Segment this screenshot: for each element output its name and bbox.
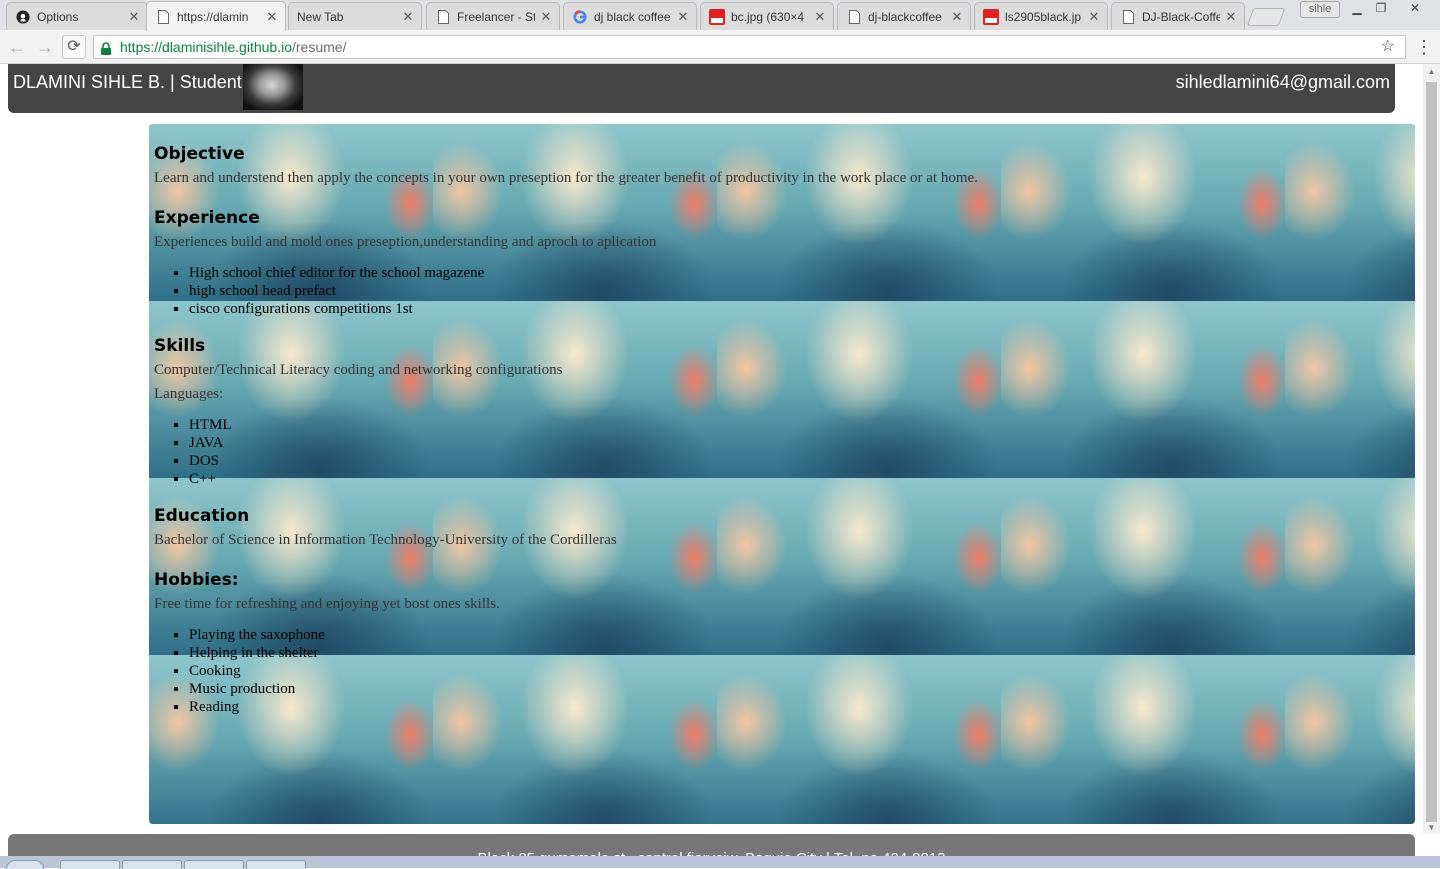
hobbies-list: Playing the saxophone Helping in the she… [154,626,1254,716]
section-heading: Objective [154,144,245,164]
page-scrollbar[interactable]: ▲ ▼ [1423,64,1440,834]
close-icon[interactable]: ✕ [1224,9,1238,25]
new-tab-button[interactable] [1246,8,1286,26]
forward-arrow-icon[interactable]: → [34,36,56,58]
minimize-icon[interactable]: ▁ [1346,0,1368,17]
address-bar[interactable]: https://dlaminisihle.github.io/resume/ ☆ [93,35,1406,59]
section-text: Bachelor of Science in Information Techn… [154,532,617,548]
list-item: JAVA [189,434,1254,452]
back-arrow-icon[interactable]: ← [6,36,28,58]
page-icon [435,9,451,25]
list-item: Reading [189,698,1254,716]
url-host: https://dlaminisihle.github.io [120,39,292,55]
list-item: C++ [189,470,1254,488]
github-icon [15,9,31,25]
hobbies-section: Hobbies: Free time for refreshing and en… [154,568,1254,716]
section-text: Computer/Technical Literacy coding and n… [154,362,563,378]
experience-list: High school chief editor for the school … [154,264,1254,318]
tab-title: New Tab [297,9,344,24]
live-icon [709,8,725,25]
background-tile [1285,124,1415,301]
bookmark-star-icon[interactable]: ☆ [1381,36,1395,58]
tab-ls2905black[interactable]: ls2905black.jp ✕ [974,2,1108,30]
window-user-badge[interactable]: sihle [1300,1,1340,18]
close-icon[interactable]: ✕ [813,9,827,25]
skills-section: Skills Computer/Technical Literacy codin… [154,334,1254,488]
window-close-icon[interactable]: ✕ [1400,0,1430,17]
page-viewport: DLAMINI SIHLE B. | Student sihledlamini6… [0,64,1440,868]
tab-title: DJ-Black-Coffe [1142,9,1220,24]
tab-freelancer[interactable]: Freelancer - St ✕ [426,2,560,30]
tab-title: https://dlamin [177,9,249,24]
tab-title: dj black coffee [594,9,671,24]
site-header: DLAMINI SIHLE B. | Student sihledlamini6… [8,64,1395,113]
tab-title: Freelancer - St [457,9,535,24]
section-heading: Experience [154,208,260,228]
page-icon [155,9,171,25]
languages-list: HTML JAVA DOS C++ [154,416,1254,488]
list-item: Music production [189,680,1254,698]
avatar [243,64,303,110]
languages-label: Languages: [154,386,224,402]
tab-dj-black-coffee[interactable]: DJ-Black-Coffe ✕ [1111,2,1245,30]
section-text: Learn and understend then apply the conc… [154,170,978,186]
lock-icon [100,40,112,55]
background-tile [1285,301,1415,478]
education-section: Education Bachelor of Science in Informa… [154,504,1254,552]
list-item: high school head prefact [189,282,1254,300]
experience-section: Experience Experiences build and mold on… [154,206,1254,318]
page-icon [1120,9,1136,25]
tab-bc-image[interactable]: bc.jpg (630×4 ✕ [700,2,834,30]
tab-title: bc.jpg (630×4 [731,9,805,24]
list-item: Helping in the shelter [189,644,1254,662]
tab-resume[interactable]: https://dlamin ✕ [146,1,286,31]
section-text: Experiences build and mold ones presepti… [154,234,657,250]
restore-icon[interactable]: ❐ [1370,0,1392,17]
tab-new-tab[interactable]: New Tab ✕ [288,2,422,30]
list-item: Cooking [189,662,1254,680]
tab-title: Options [37,9,79,24]
browser-menu-icon[interactable]: ⋮ [1415,36,1433,58]
close-icon[interactable]: ✕ [127,9,141,25]
live-icon [983,8,999,25]
close-icon[interactable]: ✕ [265,9,279,25]
section-heading: Skills [154,336,206,356]
tab-dj-blackcoffee[interactable]: dj-blackcoffee ✕ [837,2,971,30]
close-icon[interactable]: ✕ [676,9,690,25]
section-heading: Education [154,506,250,526]
list-item: DOS [189,452,1254,470]
section-heading: Hobbies: [154,570,239,590]
scroll-up-arrow-icon[interactable]: ▲ [1423,64,1440,79]
section-text: Free time for refreshing and enjoying ye… [154,596,500,612]
background-tile [1285,655,1415,824]
close-icon[interactable]: ✕ [539,9,553,25]
tab-options[interactable]: Options ✕ [6,2,148,30]
scrollbar-thumb[interactable] [1426,82,1437,822]
list-item: High school chief editor for the school … [189,264,1254,282]
objective-section: Objective Learn and understend then appl… [154,142,1254,190]
tab-title: ls2905black.jp [1005,9,1082,24]
list-item: Playing the saxophone [189,626,1254,644]
close-icon[interactable]: ✕ [401,9,415,25]
site-brand: DLAMINI SIHLE B. | Student [13,72,242,92]
scroll-down-arrow-icon[interactable]: ▼ [1423,820,1440,835]
resume-card: Objective Learn and understend then appl… [149,124,1415,824]
background-tile [1285,478,1415,655]
page-icon [846,9,862,25]
url-path: /resume/ [292,39,347,55]
tab-strip: Options ✕ https://dlamin ✕ New Tab ✕ Fre… [0,0,1440,31]
close-icon[interactable]: ✕ [950,9,964,25]
resume-content: Objective Learn and understend then appl… [154,142,1254,732]
close-icon[interactable]: ✕ [1087,9,1101,25]
list-item: HTML [189,416,1254,434]
reload-icon[interactable]: ⟳ [62,35,86,59]
tab-google-search[interactable]: dj black coffee ✕ [563,2,697,30]
url-text: https://dlaminisihle.github.io/resume/ [120,36,346,58]
list-item: cisco configurations competitions 1st [189,300,1254,318]
header-email[interactable]: sihledlamini64@gmail.com [1176,72,1390,93]
tab-title: dj-blackcoffee [868,9,942,24]
google-icon [572,9,588,25]
